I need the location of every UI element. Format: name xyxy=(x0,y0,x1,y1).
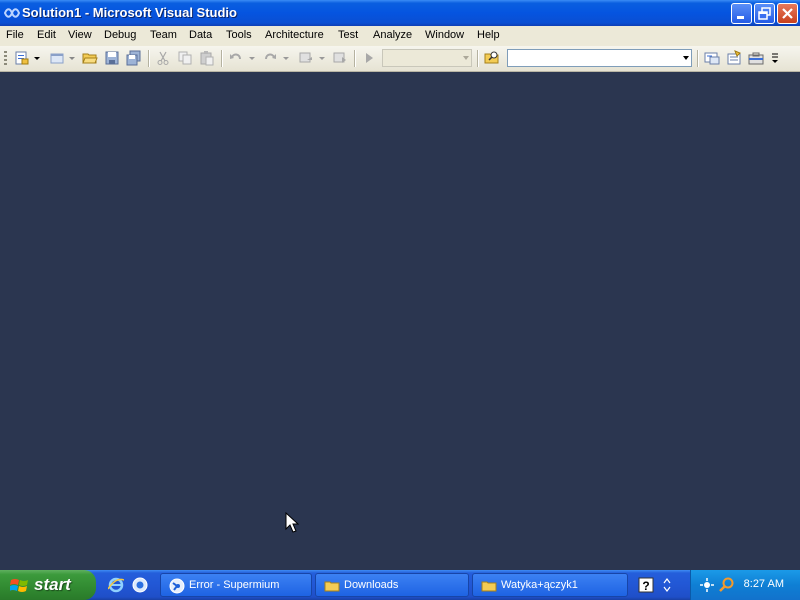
minimize-icon xyxy=(737,16,744,19)
toolbar-separator xyxy=(148,50,150,67)
window-title: Solution1 - Microsoft Visual Studio xyxy=(22,5,237,20)
taskbar-button-downloads[interactable]: Downloads xyxy=(315,573,469,597)
new-project-icon[interactable] xyxy=(14,50,30,66)
folder-icon xyxy=(324,581,340,592)
taskbar-button-error-supermium[interactable]: Error - Supermium xyxy=(160,573,312,597)
search-icon[interactable] xyxy=(719,577,735,593)
toolbar-separator xyxy=(221,50,223,67)
navigate-forward-icon[interactable] xyxy=(332,50,348,66)
menu-help[interactable]: Help xyxy=(477,29,500,41)
new-project-dropdown-icon[interactable] xyxy=(33,50,41,66)
toolbar-grip[interactable] xyxy=(4,51,7,67)
save-icon[interactable] xyxy=(104,50,120,66)
toolbar-separator xyxy=(697,50,699,67)
window-title-bar[interactable]: Solution1 - Microsoft Visual Studio xyxy=(0,0,800,26)
menu-analyze[interactable]: Analyze xyxy=(373,29,412,41)
copy-icon[interactable] xyxy=(177,50,193,66)
taskbar-button-watyka[interactable]: Watyka+ączyk1 xyxy=(472,573,628,597)
svg-text:?: ? xyxy=(642,579,649,593)
navigate-backward-dropdown-icon[interactable] xyxy=(318,50,326,66)
taskbar-button-label: Error - Supermium xyxy=(189,579,280,591)
menu-test[interactable]: Test xyxy=(338,29,358,41)
menu-tools[interactable]: Tools xyxy=(226,29,252,41)
find-in-files-icon[interactable] xyxy=(484,50,500,66)
toolbar-separator xyxy=(477,50,479,67)
solution-configurations-combo[interactable] xyxy=(382,49,472,67)
taskbar-button-label: Downloads xyxy=(344,579,399,591)
start-debugging-icon[interactable] xyxy=(361,50,377,66)
start-button[interactable]: start xyxy=(0,570,96,600)
undo-dropdown-icon[interactable] xyxy=(248,50,256,66)
paste-icon[interactable] xyxy=(199,50,215,66)
menu-architecture[interactable]: Architecture xyxy=(265,29,324,41)
solution-explorer-icon[interactable] xyxy=(704,50,720,66)
taskbar: start Error - Supermium Downloads Watyka… xyxy=(0,570,800,600)
add-item-dropdown-icon[interactable] xyxy=(68,50,76,66)
menu-edit[interactable]: Edit xyxy=(37,29,56,41)
menu-view[interactable]: View xyxy=(68,29,92,41)
help-icon[interactable]: ? xyxy=(638,577,654,593)
cut-icon[interactable] xyxy=(155,50,171,66)
toolbar-separator xyxy=(354,50,356,67)
browser-icon xyxy=(169,578,185,594)
toolbox-icon[interactable] xyxy=(748,50,764,66)
toolbar-options-icon[interactable] xyxy=(770,50,780,66)
undo-icon[interactable] xyxy=(228,50,244,66)
close-icon xyxy=(782,8,793,19)
taskbar-scroll-icon[interactable] xyxy=(662,577,672,593)
save-all-icon[interactable] xyxy=(126,50,142,66)
internet-explorer-icon[interactable] xyxy=(108,577,124,593)
visual-studio-icon xyxy=(4,8,20,18)
close-button[interactable] xyxy=(777,3,798,24)
properties-window-icon[interactable] xyxy=(726,50,742,66)
minimize-button[interactable] xyxy=(731,3,752,24)
start-label: start xyxy=(34,575,71,594)
menu-debug[interactable]: Debug xyxy=(104,29,136,41)
menu-window[interactable]: Window xyxy=(425,29,464,41)
standard-toolbar xyxy=(0,46,800,72)
navigate-backward-icon[interactable] xyxy=(298,50,314,66)
chevron-down-icon xyxy=(463,56,469,60)
workspace-area[interactable] xyxy=(0,72,800,570)
folder-icon xyxy=(481,581,497,592)
network-activity-icon[interactable] xyxy=(699,577,715,593)
browser-quicklaunch-icon[interactable] xyxy=(132,577,148,593)
find-combo[interactable] xyxy=(507,49,692,67)
chevron-down-icon xyxy=(683,56,689,60)
mouse-cursor-icon xyxy=(285,512,299,533)
redo-icon[interactable] xyxy=(262,50,278,66)
taskbar-button-label: Watyka+ączyk1 xyxy=(501,579,578,591)
system-tray: 8:27 AM xyxy=(690,570,800,600)
system-clock[interactable]: 8:27 AM xyxy=(744,578,784,590)
menu-file[interactable]: File xyxy=(6,29,24,41)
menu-data[interactable]: Data xyxy=(189,29,212,41)
windows-flag-icon xyxy=(10,579,28,592)
restore-button[interactable] xyxy=(754,3,775,24)
open-file-icon[interactable] xyxy=(82,50,98,66)
redo-dropdown-icon[interactable] xyxy=(282,50,290,66)
add-item-icon[interactable] xyxy=(49,50,65,66)
menu-team[interactable]: Team xyxy=(150,29,177,41)
menu-bar: File Edit View Debug Team Data Tools Arc… xyxy=(0,26,800,46)
restore-icon xyxy=(758,7,771,20)
